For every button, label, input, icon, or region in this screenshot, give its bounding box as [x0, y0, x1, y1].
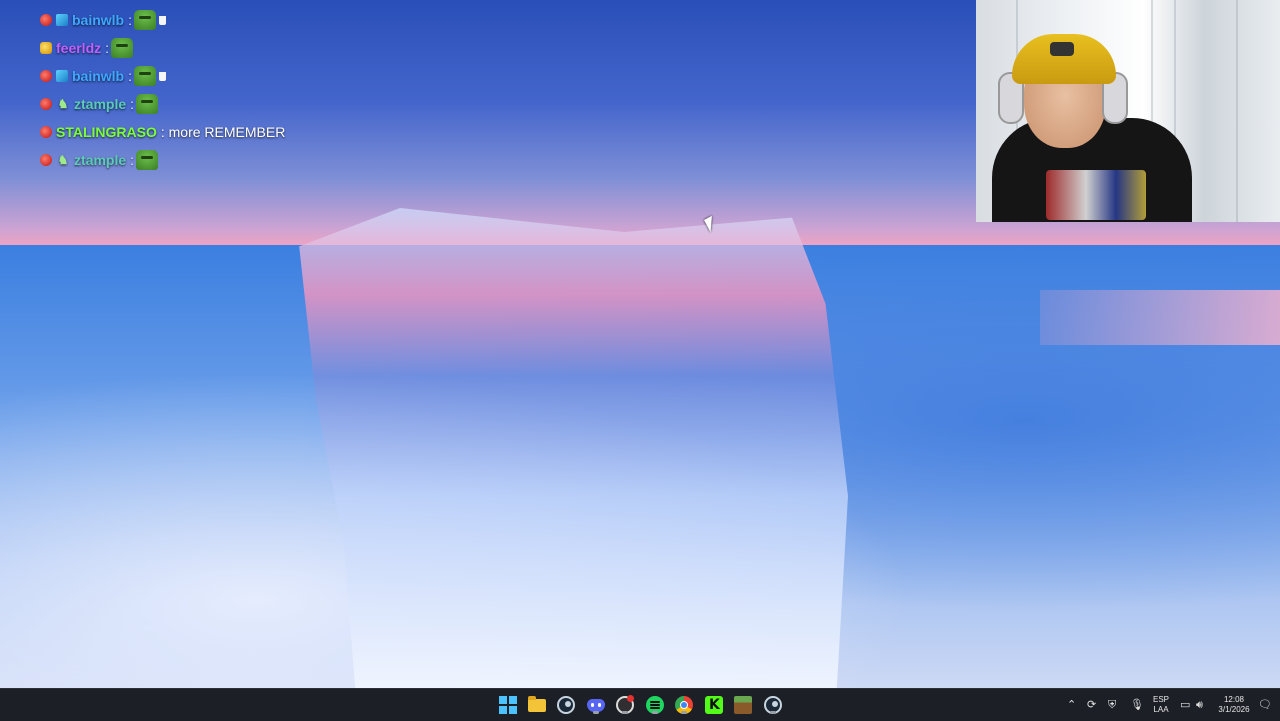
kick-icon — [705, 696, 723, 714]
chat-username: bainwlb — [72, 12, 125, 28]
cup-emote-icon — [159, 71, 167, 81]
start-button[interactable] — [498, 695, 518, 715]
chat-username: STALINGRASO — [56, 124, 157, 140]
chat-message: STALINGRASO : more REMEMBER — [40, 118, 400, 146]
network-icon[interactable]: ▭ — [1180, 698, 1190, 711]
language-code: ESP — [1152, 695, 1169, 704]
moderator-badge-icon — [40, 70, 52, 82]
moderator-badge-icon — [40, 126, 52, 138]
pepe-emote-icon — [111, 38, 134, 58]
steam-button[interactable] — [556, 695, 576, 715]
pepe-emote-icon — [134, 10, 157, 30]
steam-icon — [557, 696, 575, 714]
kick-button[interactable] — [704, 695, 724, 715]
chat-message: feerldz : — [40, 34, 400, 62]
notification-icon[interactable]: 🗨︎ — [1258, 698, 1272, 711]
running-indicator — [622, 711, 628, 714]
pepe-emote-icon — [136, 94, 159, 114]
desktop-wallpaper: bainwlb : feerldz : bainwlb : ♞ ztample … — [0, 0, 1280, 688]
keyboard-layout: LAA — [1153, 705, 1169, 714]
pepe-emote-icon — [134, 66, 157, 86]
taskbar: ⌃ ⟳ ⛨ 🎙︎ ESP LAA ▭ 🔊︎ 12:08 3/1/2026 🗨︎ — [0, 688, 1280, 721]
chat-message: ♞ ztample : — [40, 146, 400, 174]
sync-icon[interactable]: ⟳ — [1087, 698, 1096, 711]
clock-date: 3/1/2026 — [1218, 705, 1250, 714]
clock-time: 12:08 — [1223, 695, 1245, 704]
shield-icon[interactable]: ⛨ — [1108, 698, 1116, 712]
running-indicator — [593, 711, 599, 714]
pepe-emote-icon — [136, 150, 159, 170]
webcam-overlay — [976, 0, 1280, 222]
chat-username: ztample — [74, 96, 127, 112]
chat-message: bainwlb : — [40, 62, 400, 90]
clock[interactable]: 12:08 3/1/2026 — [1212, 695, 1256, 715]
volume-icon[interactable]: 🔊︎ — [1196, 698, 1203, 712]
moderator-badge-icon — [40, 98, 52, 110]
chat-username: ztample — [74, 152, 127, 168]
running-indicator — [652, 711, 658, 714]
cube-badge-icon — [56, 70, 68, 82]
windows-icon — [499, 696, 517, 714]
chat-message-text: more REMEMBER — [168, 124, 286, 140]
running-indicator — [681, 711, 687, 714]
chat-message: ♞ ztample : — [40, 90, 400, 118]
steam-button-2[interactable] — [763, 695, 783, 715]
shirt-print — [1046, 170, 1146, 220]
recording-dot-icon — [627, 695, 634, 702]
moderator-badge-icon — [40, 154, 52, 166]
moderator-badge-icon — [40, 14, 52, 26]
chat-username: feerldz — [56, 40, 102, 56]
stream-chat-overlay: bainwlb : feerldz : bainwlb : ♞ ztample … — [40, 6, 400, 174]
wallpaper-pink-water — [1040, 290, 1280, 345]
beanie-logo-icon — [1050, 42, 1074, 56]
running-indicator — [770, 711, 776, 714]
chat-message: bainwlb : — [40, 6, 400, 34]
language-indicator[interactable]: ESP LAA — [1150, 695, 1172, 715]
obs-button[interactable] — [615, 695, 635, 715]
file-explorer-button[interactable] — [527, 695, 547, 715]
wallpaper-ice-block — [299, 208, 848, 688]
discord-button[interactable] — [586, 695, 606, 715]
cube-badge-icon — [56, 14, 68, 26]
folder-icon — [528, 695, 546, 712]
chat-username: bainwlb — [72, 68, 125, 84]
chevron-up-icon[interactable]: ⌃ — [1067, 698, 1076, 711]
discord-icon — [587, 698, 605, 712]
spotify-button[interactable] — [645, 695, 665, 715]
warning-badge-icon — [40, 42, 52, 54]
cup-emote-icon — [159, 15, 167, 25]
microphone-icon[interactable]: 🎙︎ — [1130, 698, 1144, 711]
minecraft-icon — [734, 696, 752, 714]
minecraft-button[interactable] — [733, 695, 753, 715]
paw-badge-icon: ♞ — [57, 97, 69, 111]
paw-badge-icon: ♞ — [57, 153, 69, 167]
chrome-button[interactable] — [674, 695, 694, 715]
